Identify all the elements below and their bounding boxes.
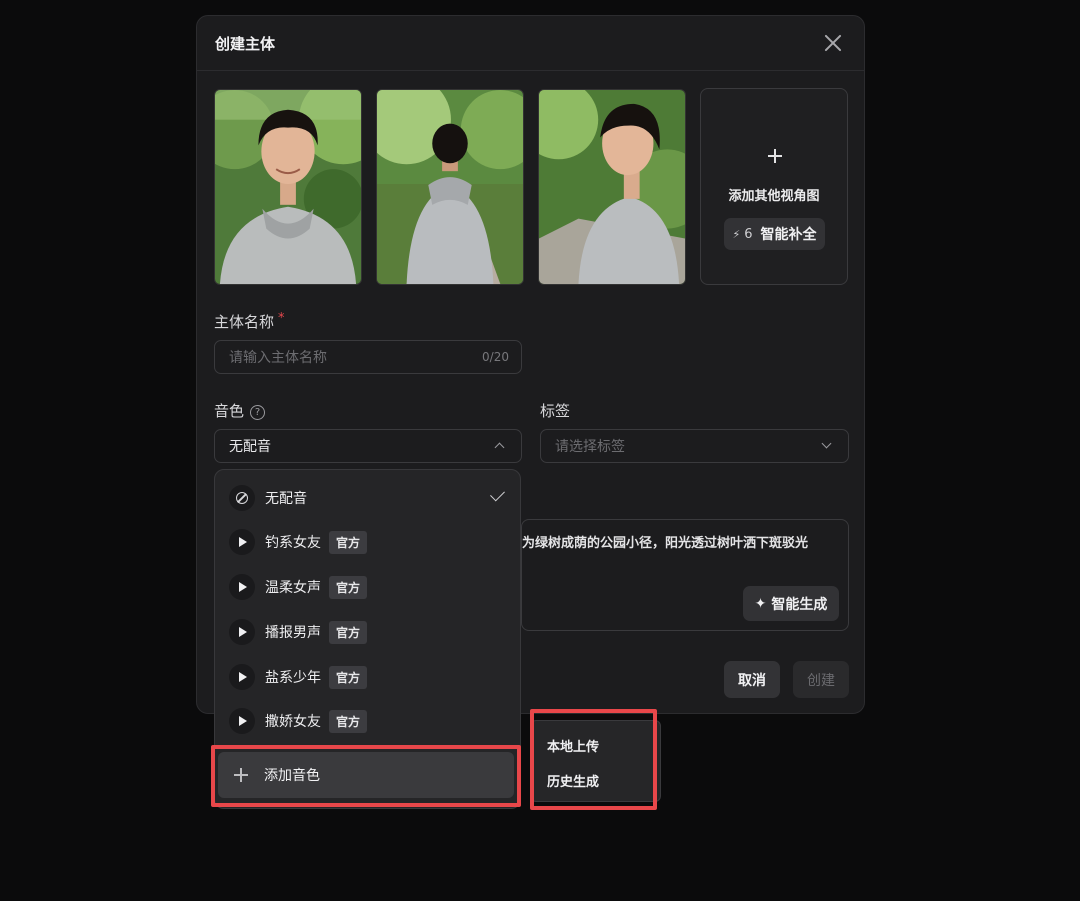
plus-icon	[768, 149, 782, 163]
voice-option[interactable]: 温柔女声 官方	[215, 566, 520, 608]
voice-option[interactable]: 播报男声 官方	[215, 611, 520, 653]
sparkle-icon: ✦	[754, 595, 767, 612]
highlight-box	[530, 709, 657, 810]
close-icon[interactable]	[822, 32, 844, 54]
voice-option-label: 温柔女声	[265, 580, 321, 596]
voice-option[interactable]: 撒娇女友 官方	[215, 700, 520, 742]
chevron-down-icon	[821, 438, 832, 449]
voice-option-none[interactable]: 无配音	[215, 477, 520, 519]
play-icon[interactable]	[229, 708, 255, 734]
voice-option-label: 钓系女友	[265, 535, 321, 551]
char-counter: 0/20	[482, 350, 509, 364]
smart-generate-label: 智能生成	[771, 596, 828, 613]
description-textarea[interactable]: 为绿树成荫的公园小径，阳光透过树叶洒下斑驳光 ✦ 智能生成	[521, 519, 849, 631]
credit-cost: 6	[744, 226, 753, 242]
play-icon[interactable]	[229, 574, 255, 600]
voice-select[interactable]: 无配音	[214, 429, 522, 463]
official-badge: 官方	[329, 709, 368, 733]
dialog-header: 创建主体	[197, 16, 864, 71]
highlight-box	[211, 745, 521, 807]
tags-select[interactable]: 请选择标签	[540, 429, 849, 463]
name-placeholder: 请输入主体名称	[229, 350, 327, 366]
voice-option-label: 播报男声	[265, 625, 321, 641]
help-icon[interactable]: ?	[250, 405, 266, 420]
add-view-label: 添加其他视角图	[728, 189, 820, 204]
dialog-title: 创建主体	[215, 34, 276, 53]
smart-fill-button[interactable]: ⚡ 6 智能补全	[724, 218, 825, 250]
subject-name-input[interactable]: 请输入主体名称 0/20	[214, 340, 522, 374]
smart-generate-button[interactable]: ✦ 智能生成	[743, 586, 839, 621]
reference-image-front[interactable]	[214, 89, 362, 285]
add-view-card[interactable]: 添加其他视角图 ⚡ 6 智能补全	[700, 88, 848, 285]
tags-placeholder: 请选择标签	[555, 439, 625, 455]
lightning-icon: ⚡	[732, 227, 741, 241]
official-badge: 官方	[329, 620, 368, 644]
official-badge: 官方	[329, 530, 368, 554]
voice-selected-value: 无配音	[229, 439, 271, 455]
reference-image-side[interactable]	[538, 89, 686, 285]
description-text: 为绿树成荫的公园小径，阳光透过树叶洒下斑驳光	[522, 536, 809, 551]
chevron-up-icon	[494, 442, 505, 453]
play-icon[interactable]	[229, 664, 255, 690]
voice-option[interactable]: 钓系女友 官方	[215, 521, 520, 563]
play-icon[interactable]	[229, 619, 255, 645]
create-button[interactable]: 创建	[793, 661, 849, 698]
name-label-text: 主体名称	[214, 313, 275, 331]
cancel-button[interactable]: 取消	[724, 661, 780, 698]
checkmark-icon	[490, 486, 505, 502]
voice-field-label: 音色?	[214, 400, 266, 421]
smart-fill-label: 智能补全	[760, 227, 817, 243]
official-badge: 官方	[329, 575, 368, 599]
name-field-label: 主体名称 *	[214, 311, 285, 332]
voice-option-label: 撒娇女友	[265, 714, 321, 730]
voice-option-label: 无配音	[265, 491, 307, 507]
voice-option[interactable]: 盐系少年 官方	[215, 656, 520, 698]
voice-option-label: 盐系少年	[265, 670, 321, 686]
voice-label-text: 音色	[214, 402, 245, 420]
required-mark: *	[278, 311, 285, 326]
tags-field-label: 标签	[540, 402, 571, 420]
official-badge: 官方	[329, 665, 368, 689]
no-voice-icon	[229, 485, 255, 511]
reference-image-back[interactable]	[376, 89, 524, 285]
play-icon[interactable]	[229, 529, 255, 555]
